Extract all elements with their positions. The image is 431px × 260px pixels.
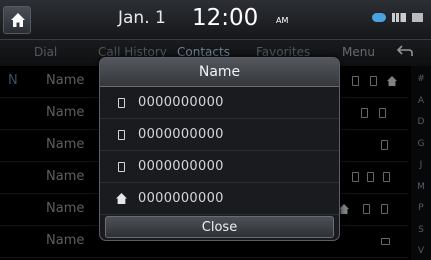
signal-strength-icon (392, 13, 406, 22)
home-icon (11, 13, 25, 27)
mobile-phone-icon (118, 98, 125, 108)
phone-number: 0000000000 (138, 191, 224, 206)
home-button[interactable] (3, 6, 31, 34)
contact-numbers-popup: Name 0000000000 0000000000 0000000000 00… (99, 57, 340, 241)
phone-number-item[interactable]: 0000000000 (100, 152, 339, 183)
close-button[interactable]: Close (105, 216, 334, 238)
phone-number: 0000000000 (138, 95, 224, 110)
status-bar: Jan. 1 12:00 AM (0, 0, 431, 40)
date-display: Jan. 1 (118, 8, 166, 28)
phone-number: 0000000000 (138, 127, 224, 142)
clock-ampm: AM (276, 16, 289, 25)
phone-number-item[interactable]: 0000000000 (100, 184, 339, 215)
popup-title: Name (100, 58, 339, 87)
bluetooth-icon (372, 13, 386, 22)
home-icon (116, 193, 127, 204)
clock-time: 12:00 (192, 5, 259, 31)
status-icons (372, 13, 423, 22)
phone-number: 0000000000 (138, 159, 224, 174)
phone-number-item[interactable]: 0000000000 (100, 88, 339, 119)
phone-number-item[interactable]: 0000000000 (100, 120, 339, 151)
mobile-phone-icon (118, 130, 125, 140)
mobile-phone-icon (118, 162, 125, 172)
network-icon (412, 13, 423, 22)
